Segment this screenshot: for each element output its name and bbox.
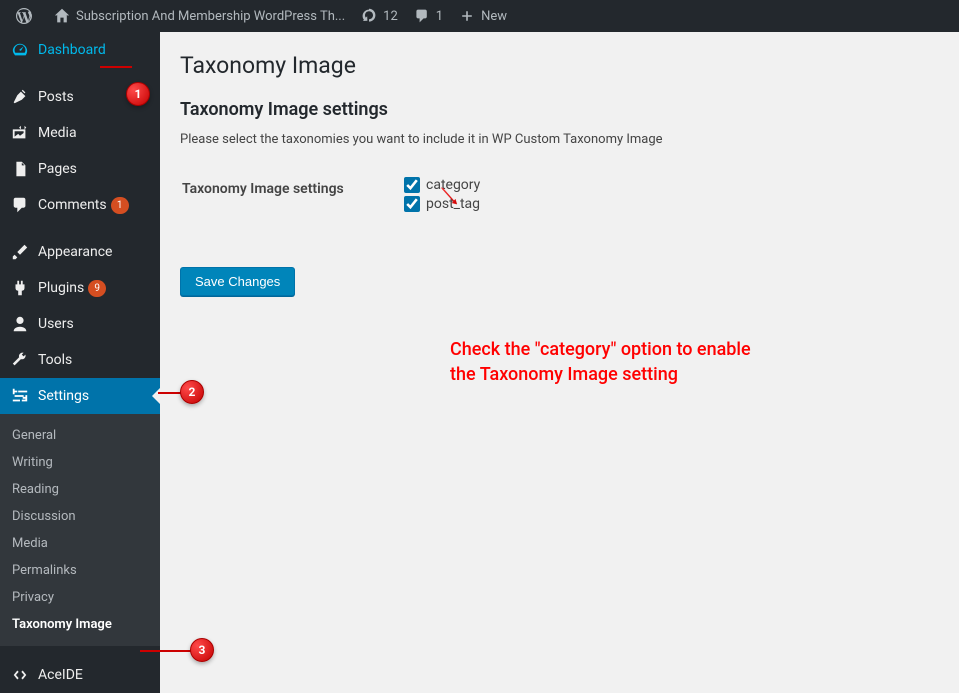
plus-icon [459,8,475,24]
updates-count: 12 [383,9,398,24]
sidebar-item-media[interactable]: Media [0,115,160,151]
checkbox-category-label[interactable]: category [426,177,480,193]
updates-link[interactable]: 12 [353,0,406,32]
submenu-reading[interactable]: Reading [0,476,160,503]
dashboard-icon [10,40,30,60]
page-description: Please select the taxonomies you want to… [180,132,939,147]
sidebar-item-label: Users [38,316,74,332]
marker-line [140,650,194,652]
settings-submenu: General Writing Reading Discussion Media… [0,414,160,646]
comment-icon [414,8,430,24]
checkbox-post-tag[interactable] [404,196,420,212]
submenu-general[interactable]: General [0,422,160,449]
sidebar-item-label: Media [38,125,77,141]
new-label: New [481,9,507,24]
sidebar-item-label: Tools [38,352,72,368]
pin-icon [10,87,30,107]
sidebar-item-plugins[interactable]: Plugins 9 [0,270,160,306]
checkbox-category[interactable] [404,177,420,193]
sidebar-item-tools[interactable]: Tools [0,342,160,378]
wp-logo[interactable] [8,0,46,32]
sliders-icon [10,386,30,406]
site-name-label: Subscription And Membership WordPress Th… [76,9,345,24]
sidebar-item-label: Comments [38,197,107,213]
admin-sidebar: Dashboard Posts Media Pages Comments 1 A… [0,32,160,693]
save-button[interactable]: Save Changes [180,267,295,296]
plugins-badge: 9 [88,280,106,297]
settings-row-label: Taxonomy Image settings [182,177,402,215]
submenu-permalinks[interactable]: Permalinks [0,557,160,584]
wrench-icon [10,350,30,370]
wordpress-icon [16,8,32,24]
submenu-writing[interactable]: Writing [0,449,160,476]
sidebar-item-aceide[interactable]: AceIDE [0,657,160,693]
media-icon [10,123,30,143]
submenu-discussion[interactable]: Discussion [0,503,160,530]
sidebar-item-users[interactable]: Users [0,306,160,342]
submenu-privacy[interactable]: Privacy [0,584,160,611]
annotation-text: Check the "category" option to enable th… [450,337,780,387]
marker-line [100,66,132,68]
comments-badge: 1 [111,197,129,214]
site-name-link[interactable]: Subscription And Membership WordPress Th… [46,0,353,32]
comments-link[interactable]: 1 [406,0,451,32]
sidebar-item-pages[interactable]: Pages [0,151,160,187]
update-icon [361,8,377,24]
submenu-taxonomy-image[interactable]: Taxonomy Image [0,611,160,638]
marker-2: 2 [180,380,204,404]
brush-icon [10,242,30,262]
sidebar-item-label: Dashboard [38,42,106,58]
sidebar-item-settings[interactable]: Settings [0,378,160,414]
page-content: Taxonomy Image Taxonomy Image settings P… [160,32,959,693]
page-heading: Taxonomy Image settings [180,99,939,120]
sidebar-item-label: Appearance [38,244,112,260]
comments-count: 1 [436,9,443,24]
admin-toolbar: Subscription And Membership WordPress Th… [0,0,959,32]
home-icon [54,8,70,24]
marker-3: 3 [190,638,214,662]
page-title: Taxonomy Image [180,52,939,79]
sidebar-item-label: Plugins [38,280,84,296]
checkbox-post-tag-label[interactable]: post_tag [426,196,480,212]
user-icon [10,314,30,334]
sidebar-item-label: AceIDE [38,667,83,683]
code-icon [10,665,30,685]
comment-icon [10,195,30,215]
sidebar-item-dashboard[interactable]: Dashboard [0,32,160,68]
sidebar-item-appearance[interactable]: Appearance [0,234,160,270]
plug-icon [10,278,30,298]
sidebar-item-label: Pages [38,161,77,177]
submenu-media[interactable]: Media [0,530,160,557]
page-icon [10,159,30,179]
new-content-link[interactable]: New [451,0,515,32]
sidebar-item-label: Posts [38,89,74,105]
marker-1: 1 [126,82,150,106]
sidebar-item-label: Settings [38,388,89,404]
sidebar-item-comments[interactable]: Comments 1 [0,187,160,223]
